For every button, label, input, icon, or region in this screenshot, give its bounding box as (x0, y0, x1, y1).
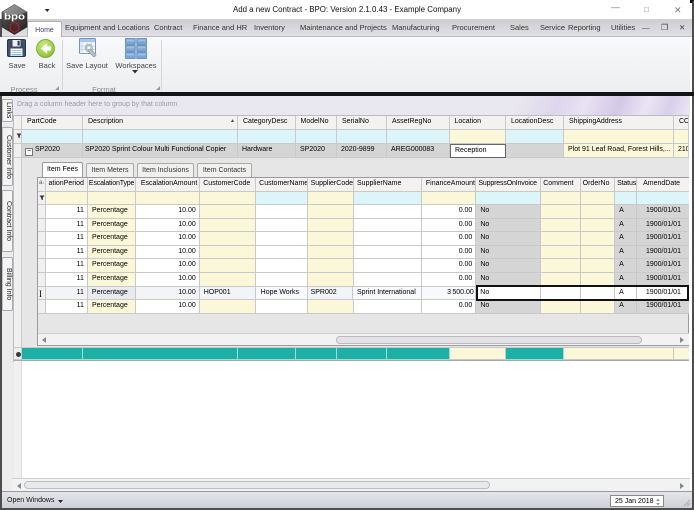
svg-text:bpo: bpo (4, 12, 26, 22)
svg-text:Q: Q (12, 26, 17, 32)
